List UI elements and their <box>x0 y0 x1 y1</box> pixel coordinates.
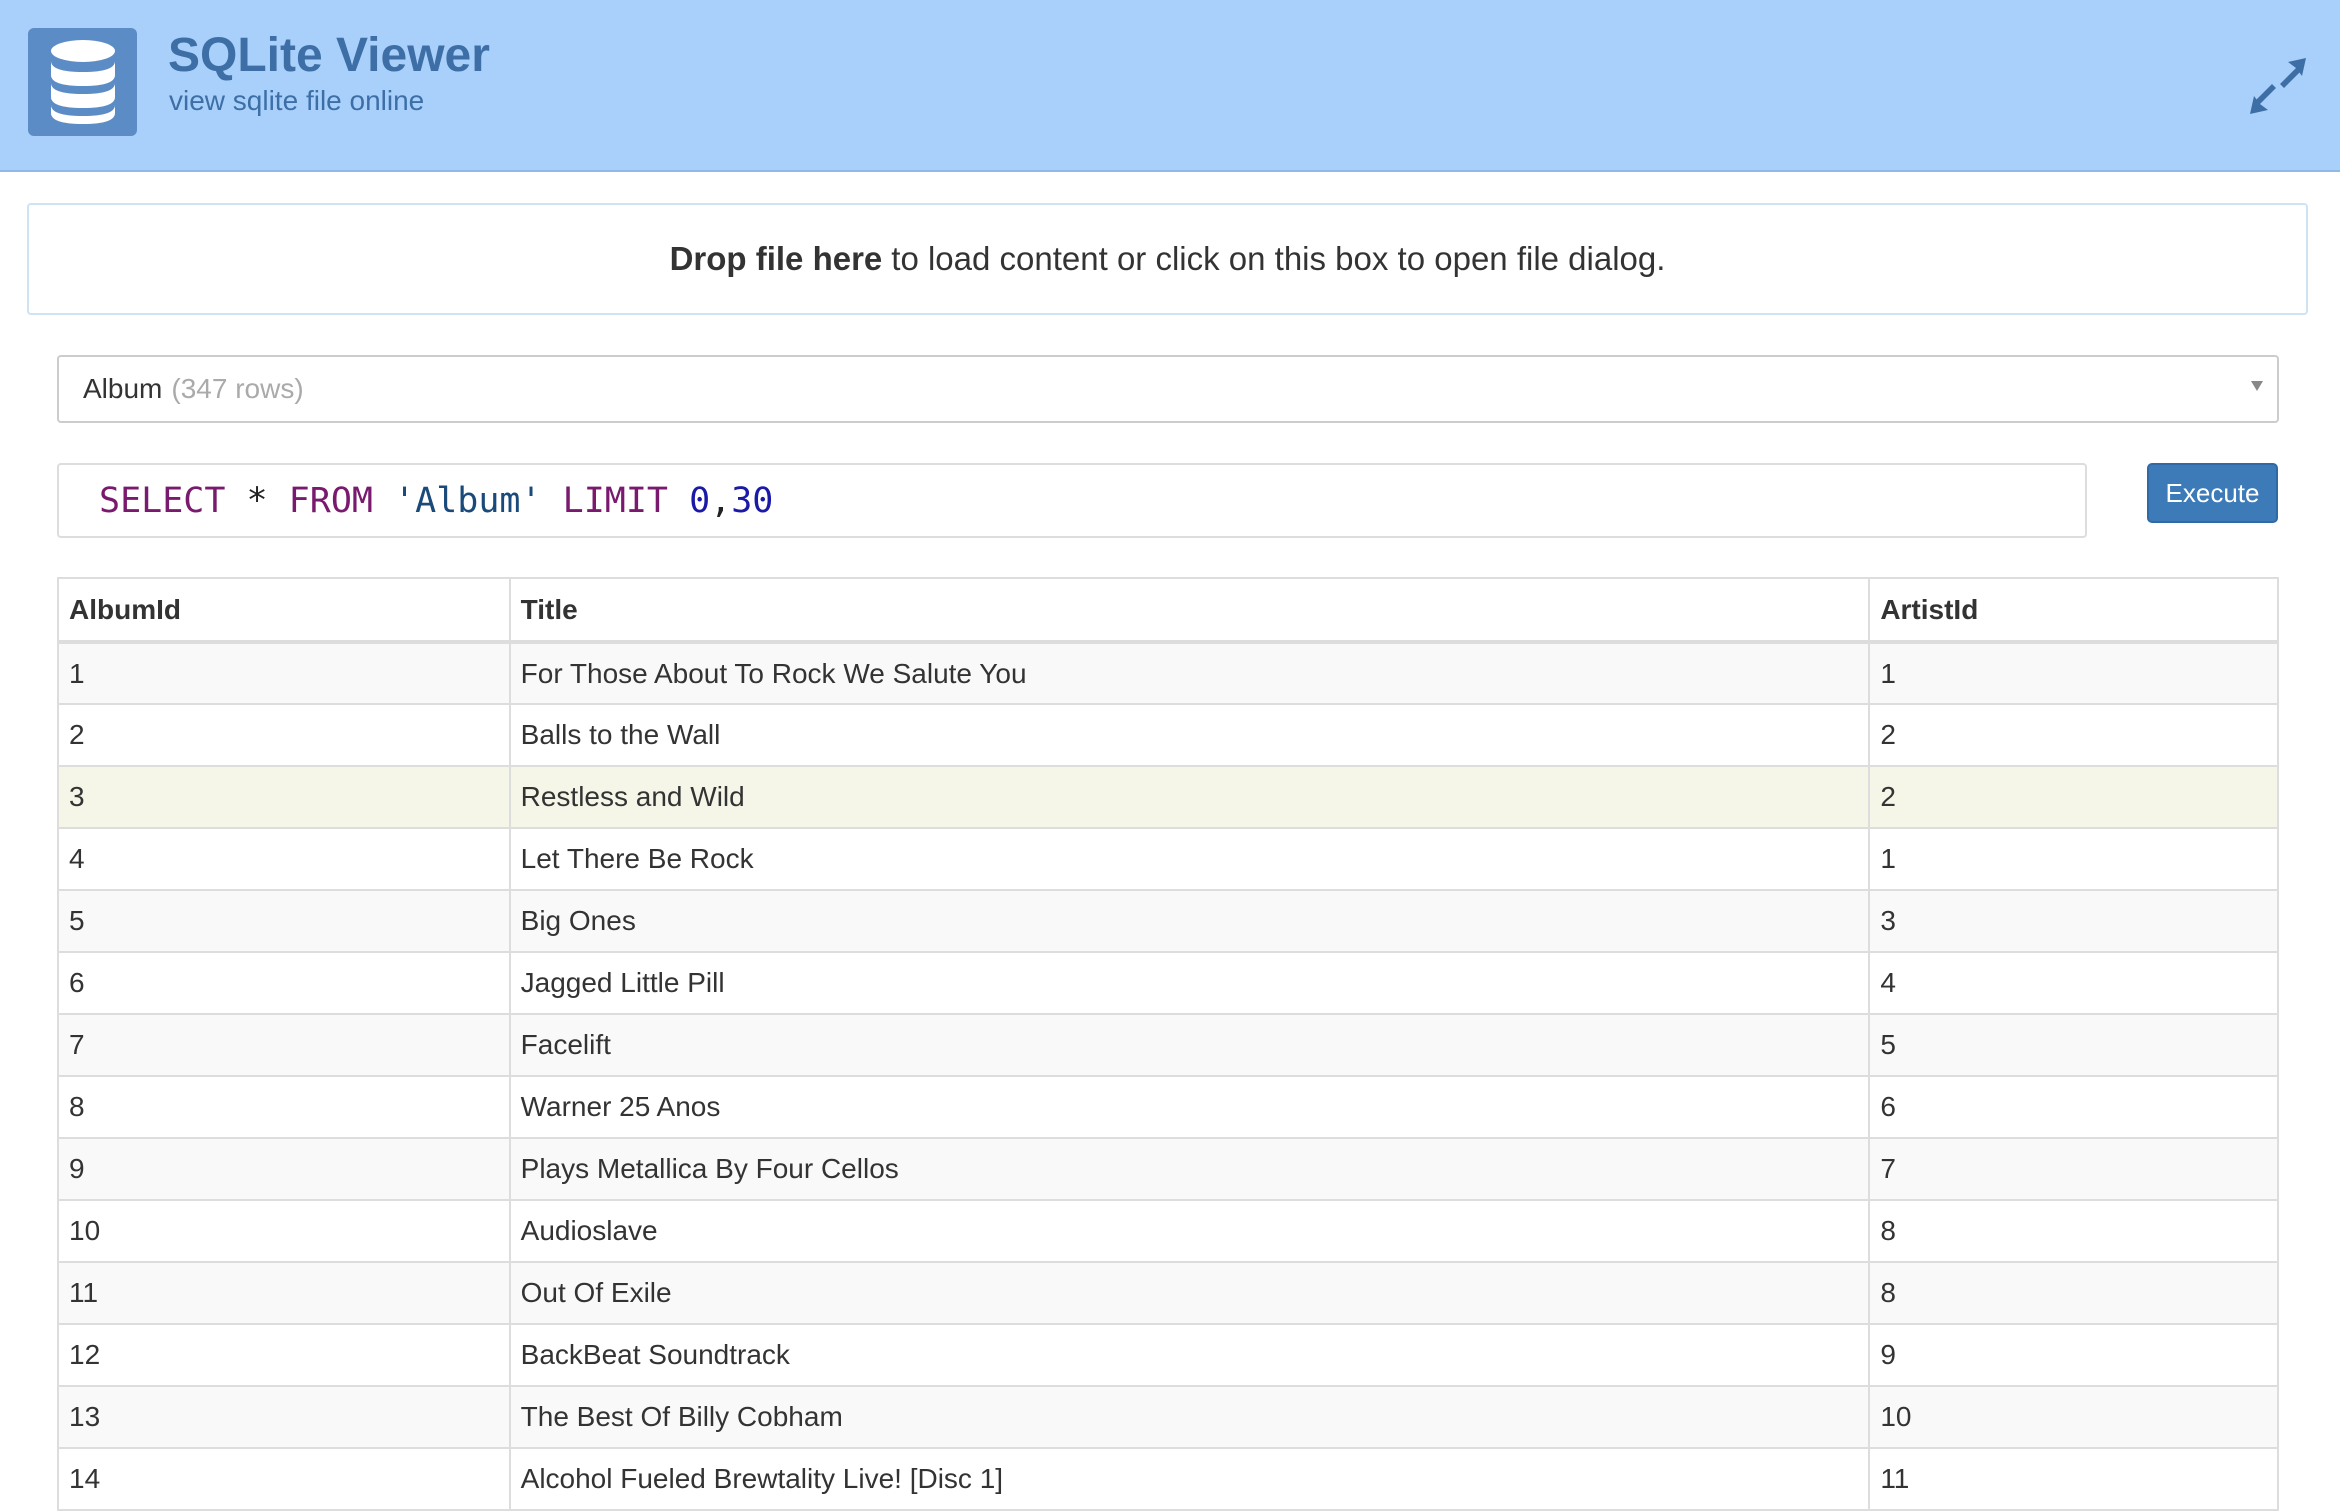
cell-artistid: 1 <box>1868 641 2279 705</box>
cell-albumid: 14 <box>57 1447 511 1511</box>
cell-title: Warner 25 Anos <box>508 1075 1871 1139</box>
app-title: SQLite Viewer <box>168 29 490 82</box>
sql-query-editor[interactable]: SELECT * FROM 'Album' LIMIT 0, 30 <box>57 463 2087 538</box>
database-icon <box>28 28 137 136</box>
cell-title: Big Ones <box>508 889 1871 953</box>
table-row[interactable]: 9 Plays Metallica By Four Cellos 7 <box>57 1137 2279 1201</box>
selected-table-name: Album <box>83 373 163 404</box>
cell-albumid: 6 <box>57 951 511 1015</box>
cell-title: The Best Of Billy Cobham <box>508 1385 1871 1449</box>
cell-albumid: 13 <box>57 1385 511 1449</box>
results-table: AlbumId Title ArtistId 1 For Those About … <box>57 577 2279 1511</box>
cell-albumid: 12 <box>57 1323 511 1387</box>
cell-albumid: 2 <box>57 703 511 767</box>
execute-button[interactable]: Execute <box>2147 463 2278 523</box>
table-row[interactable]: 13 The Best Of Billy Cobham 10 <box>57 1385 2279 1449</box>
cell-artistid: 8 <box>1868 1199 2279 1263</box>
cell-title: Audioslave <box>508 1199 1871 1263</box>
cell-albumid: 11 <box>57 1261 511 1325</box>
cell-artistid: 5 <box>1868 1013 2279 1077</box>
cell-title: Plays Metallica By Four Cellos <box>508 1137 1871 1201</box>
dropzone-text: to load content or click on this box to … <box>891 240 1666 277</box>
cell-title: BackBeat Soundtrack <box>508 1323 1871 1387</box>
column-header-albumid[interactable]: AlbumId <box>57 577 511 644</box>
dropzone-bold-text: Drop file here <box>669 240 883 277</box>
cell-albumid: 8 <box>57 1075 511 1139</box>
column-header-artistid[interactable]: ArtistId <box>1868 577 2279 644</box>
sql-limit-offset: 0 <box>689 480 711 521</box>
table-row[interactable]: 12 BackBeat Soundtrack 9 <box>57 1323 2279 1387</box>
cell-artistid: 9 <box>1868 1323 2279 1387</box>
table-row[interactable]: 8 Warner 25 Anos 6 <box>57 1075 2279 1139</box>
table-row[interactable]: 2 Balls to the Wall 2 <box>57 703 2279 767</box>
cell-artistid: 11 <box>1868 1447 2279 1511</box>
cell-artistid: 2 <box>1868 765 2279 829</box>
file-dropzone[interactable]: Drop file here to load content or click … <box>27 203 2308 315</box>
table-row[interactable]: 1 For Those About To Rock We Salute You 1 <box>57 641 2279 705</box>
table-row[interactable]: 10 Audioslave 8 <box>57 1199 2279 1263</box>
cell-artistid: 8 <box>1868 1261 2279 1325</box>
table-row[interactable]: 6 Jagged Little Pill 4 <box>57 951 2279 1015</box>
cell-albumid: 1 <box>57 641 511 705</box>
cell-albumid: 7 <box>57 1013 511 1077</box>
sql-comma: , <box>710 480 732 521</box>
column-header-title[interactable]: Title <box>508 577 1871 644</box>
cell-title: Jagged Little Pill <box>508 951 1871 1015</box>
cell-title: Out Of Exile <box>508 1261 1871 1325</box>
cell-artistid: 4 <box>1868 951 2279 1015</box>
table-row[interactable]: 7 Facelift 5 <box>57 1013 2279 1077</box>
table-row[interactable]: 11 Out Of Exile 8 <box>57 1261 2279 1325</box>
table-row[interactable]: 4 Let There Be Rock 1 <box>57 827 2279 891</box>
cell-albumid: 3 <box>57 765 511 829</box>
sql-star: * <box>246 480 268 521</box>
cell-title: Restless and Wild <box>508 765 1871 829</box>
table-row[interactable]: 14 Alcohol Fueled Brewtality Live! [Disc … <box>57 1447 2279 1511</box>
cell-title: Let There Be Rock <box>508 827 1871 891</box>
results-header-row: AlbumId Title ArtistId <box>57 577 2279 644</box>
selected-table-row-count: (347 rows) <box>171 373 304 404</box>
sql-keyword-select: SELECT <box>99 480 226 521</box>
cell-title: Alcohol Fueled Brewtality Live! [Disc 1] <box>508 1447 1871 1511</box>
cell-artistid: 3 <box>1868 889 2279 953</box>
cell-artistid: 10 <box>1868 1385 2279 1449</box>
app-header: SQLite Viewer view sqlite file online <box>0 0 2340 172</box>
table-row[interactable]: 5 Big Ones 3 <box>57 889 2279 953</box>
expand-arrows-icon[interactable] <box>2246 54 2310 118</box>
cell-artistid: 6 <box>1868 1075 2279 1139</box>
cell-artistid: 7 <box>1868 1137 2279 1201</box>
cell-artistid: 1 <box>1868 827 2279 891</box>
table-row[interactable]: 3 Restless and Wild 2 <box>57 765 2279 829</box>
sql-keyword-limit: LIMIT <box>562 480 668 521</box>
chevron-down-icon <box>2251 381 2263 391</box>
cell-albumid: 10 <box>57 1199 511 1263</box>
cell-albumid: 4 <box>57 827 511 891</box>
sql-keyword-from: FROM <box>288 480 373 521</box>
table-select[interactable]: Album (347 rows) <box>57 355 2279 423</box>
sql-table-name: 'Album' <box>394 480 542 521</box>
cell-title: Balls to the Wall <box>508 703 1871 767</box>
app-subtitle: view sqlite file online <box>169 85 425 116</box>
cell-title: For Those About To Rock We Salute You <box>508 641 1871 705</box>
cell-title: Facelift <box>508 1013 1871 1077</box>
results-body: 1 For Those About To Rock We Salute You 1 2… <box>57 641 2279 1511</box>
sql-limit-count: 30 <box>731 480 774 521</box>
cell-artistid: 2 <box>1868 703 2279 767</box>
cell-albumid: 9 <box>57 1137 511 1201</box>
cell-albumid: 5 <box>57 889 511 953</box>
